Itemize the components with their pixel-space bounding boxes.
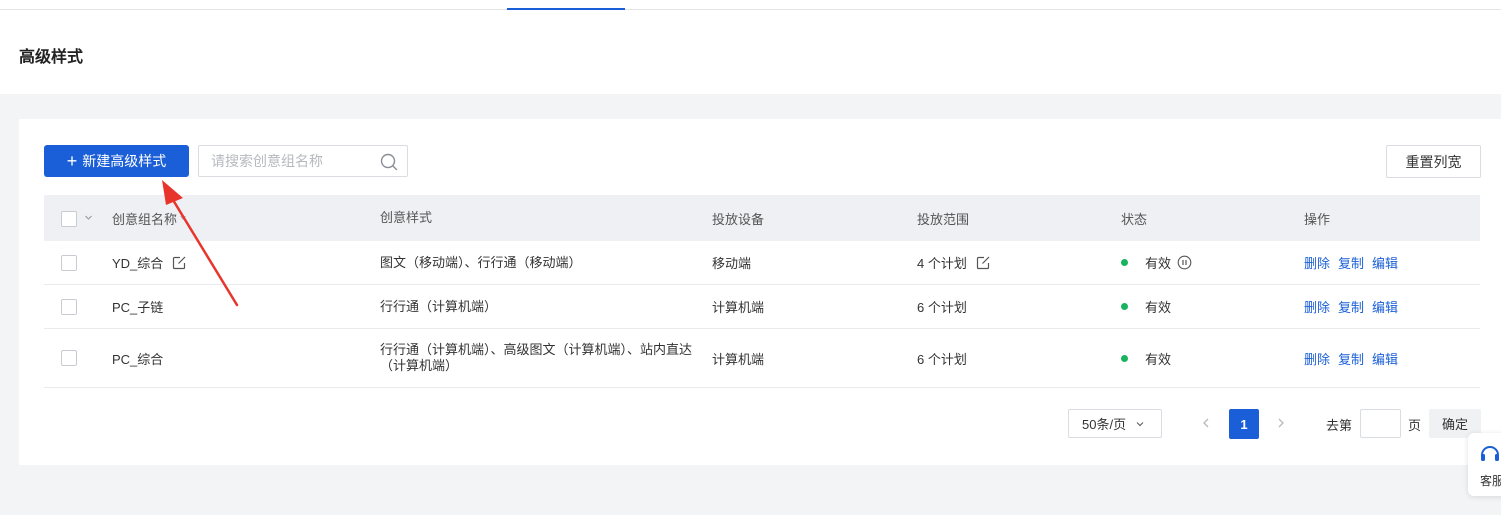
column-header-style: 创意样式 (380, 210, 433, 225)
page-size-value: 50条/页 (1082, 417, 1127, 432)
row-range: 6 个计划 (917, 300, 967, 315)
search-icon[interactable] (380, 153, 398, 171)
top-divider (0, 9, 1501, 10)
pause-icon[interactable] (1177, 255, 1192, 270)
row-checkbox[interactable] (61, 298, 77, 315)
new-advanced-style-button[interactable]: + 新建高级样式 (44, 145, 189, 177)
edit-link[interactable]: 编辑 (1372, 349, 1398, 368)
new-button-label: 新建高级样式 (82, 153, 167, 169)
goto-unit: 页 (1408, 418, 1422, 433)
row-name: PC_子链 (112, 300, 164, 315)
column-header-device: 投放设备 (712, 211, 765, 227)
customer-service-widget[interactable]: 客服 (1468, 433, 1501, 496)
row-name: PC_综合 (112, 351, 164, 367)
copy-link[interactable]: 复制 (1338, 349, 1364, 368)
active-tab-indicator (507, 8, 625, 10)
next-page-icon[interactable] (1274, 416, 1288, 430)
column-header-range: 投放范围 (917, 211, 970, 227)
row-style: 图文（移动端）、行行通（移动端） (380, 254, 582, 270)
row-style: 行行通（计算机端） (380, 298, 498, 314)
goto-page-input[interactable] (1360, 409, 1401, 438)
column-header-actions: 操作 (1304, 211, 1331, 227)
row-status: 有效 (1145, 300, 1172, 315)
chevron-down-icon (1136, 421, 1144, 426)
delete-link[interactable]: 删除 (1304, 253, 1330, 272)
row-device: 计算机端 (712, 300, 765, 315)
copy-link[interactable]: 复制 (1338, 297, 1364, 316)
status-dot (1121, 354, 1128, 362)
chevron-down-icon[interactable] (84, 213, 93, 222)
top-bar: 高级样式 (0, 0, 1501, 94)
row-checkbox[interactable] (61, 350, 77, 366)
table-header: 创意组名称 创意样式 投放设备 投放范围 状态 操作 (44, 195, 1480, 241)
table-row: PC_综合 行行通（计算机端）、高级图文（计算机端）、站内直达（计算机端） 计算… (44, 329, 1480, 388)
goto-label: 去第 (1326, 418, 1353, 433)
row-status: 有效 (1145, 351, 1172, 367)
row-status: 有效 (1145, 256, 1172, 271)
plus-icon: + (66, 151, 78, 171)
edit-link[interactable]: 编辑 (1372, 253, 1398, 272)
edit-range-icon[interactable] (975, 255, 991, 271)
row-name: YD_综合 (112, 256, 164, 271)
row-device: 计算机端 (712, 351, 765, 367)
status-dot (1121, 259, 1128, 266)
current-page-button[interactable]: 1 (1229, 409, 1259, 439)
select-all-checkbox[interactable] (61, 211, 77, 227)
row-range: 4 个计划 (917, 256, 967, 271)
table-row: YD_综合 图文（移动端）、行行通（移动端） 移动端 4 个计划 有效 删除 复… (44, 241, 1480, 285)
headset-icon (1481, 446, 1499, 461)
sort-icon[interactable] (179, 214, 187, 222)
reset-column-width-button[interactable]: 重置列宽 (1386, 145, 1481, 178)
page-size-select[interactable]: 50条/页 (1068, 409, 1162, 438)
row-checkbox[interactable] (61, 254, 77, 271)
delete-link[interactable]: 删除 (1304, 297, 1330, 316)
edit-name-icon[interactable] (171, 255, 187, 271)
page-title: 高级样式 (19, 49, 84, 66)
column-header-name[interactable]: 创意组名称 (112, 195, 187, 241)
edit-link[interactable]: 编辑 (1372, 297, 1398, 316)
copy-link[interactable]: 复制 (1338, 253, 1364, 272)
column-header-status: 状态 (1121, 211, 1148, 227)
status-dot (1121, 303, 1128, 310)
table-row: PC_子链 行行通（计算机端） 计算机端 6 个计划 有效 删除 复制 编辑 (44, 285, 1480, 329)
row-style: 行行通（计算机端）、高级图文（计算机端）、站内直达（计算机端） (380, 342, 693, 373)
row-range: 6 个计划 (917, 351, 967, 367)
row-device: 移动端 (712, 256, 752, 271)
creative-group-table: 创意组名称 创意样式 投放设备 投放范围 状态 操作 YD_综合 图文（移动端）… (44, 195, 1480, 388)
search-box[interactable] (198, 145, 408, 177)
search-input[interactable] (211, 152, 376, 170)
prev-page-icon[interactable] (1199, 416, 1213, 430)
delete-link[interactable]: 删除 (1304, 349, 1330, 368)
customer-service-label: 客服 (1480, 474, 1501, 488)
